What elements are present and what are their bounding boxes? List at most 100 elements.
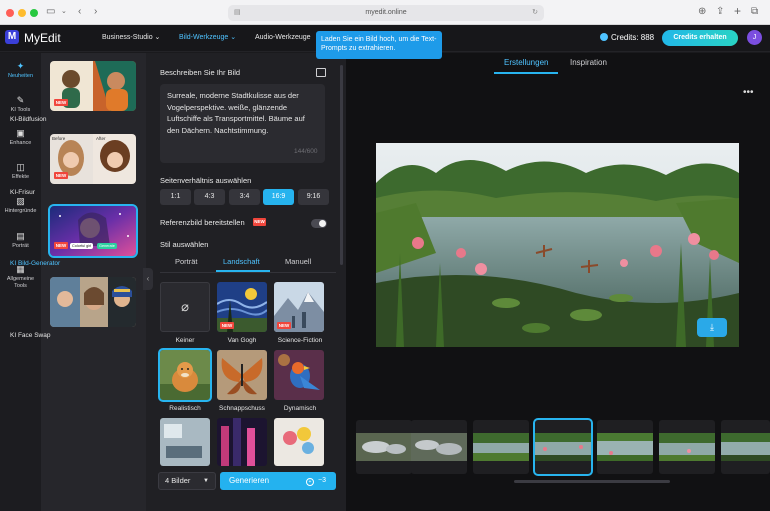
tab-landschaft[interactable]: Landschaft bbox=[223, 257, 260, 267]
ratio-1-1-button[interactable]: 1:1 bbox=[160, 189, 191, 205]
style-card-schnappschuss[interactable] bbox=[217, 350, 267, 400]
rail-item-hintergruende[interactable]: ▨ Hintergründe bbox=[0, 196, 41, 215]
tool-label-bild-generator[interactable]: KI Bild-Generator bbox=[10, 260, 60, 268]
style-caption: Van Gogh bbox=[227, 337, 257, 344]
thumbnail-image bbox=[535, 433, 591, 461]
thumbnail-5[interactable] bbox=[597, 420, 653, 474]
window-minimize-button[interactable] bbox=[18, 9, 26, 17]
tab-inspiration[interactable]: Inspiration bbox=[570, 58, 607, 68]
upload-tooltip: Laden Sie ein Bild hoch, um die Text-Pro… bbox=[316, 31, 442, 59]
thumbnail-2[interactable] bbox=[411, 420, 467, 474]
generated-image[interactable] bbox=[376, 143, 739, 347]
tab-overview-icon[interactable]: ⧉ bbox=[751, 6, 758, 18]
tool-card-face-swap[interactable] bbox=[50, 277, 136, 327]
thumbnail-7[interactable] bbox=[721, 420, 770, 474]
tab-portraet[interactable]: Porträt bbox=[175, 257, 198, 267]
new-badge: NEW bbox=[54, 172, 68, 179]
thumbnail-image bbox=[356, 433, 412, 461]
avatar[interactable]: J bbox=[747, 30, 762, 45]
tool-label-frisur[interactable]: KI-Frisur bbox=[10, 189, 35, 197]
sparkle-icon: ✦ bbox=[16, 61, 25, 71]
image-count-select[interactable]: 4 Bilder ▼ bbox=[158, 472, 216, 490]
rail-label: Effekte bbox=[11, 174, 30, 180]
download-icon[interactable]: ⊕ bbox=[698, 6, 706, 18]
tool-card-bild-generator[interactable]: NEW Colorful girl Generate bbox=[48, 204, 138, 258]
credits-label: Credits: 888 bbox=[611, 33, 655, 42]
rail-item-portraet[interactable]: ▤ Porträt bbox=[0, 231, 41, 250]
reference-toggle[interactable] bbox=[311, 219, 327, 228]
ratio-4-3-button[interactable]: 4:3 bbox=[194, 189, 225, 205]
tool-label-face-swap[interactable]: KI Face Swap bbox=[10, 332, 50, 340]
enhance-icon: ▣ bbox=[16, 128, 25, 138]
prompt-text: Surreale, moderne Stadtkulisse aus der V… bbox=[167, 91, 305, 135]
rail-item-effekte[interactable]: ◫ Effekte bbox=[0, 162, 41, 181]
sidebar-toggle-icon[interactable]: ▭ bbox=[46, 6, 55, 18]
ratio-9-16-button[interactable]: 9:16 bbox=[298, 189, 329, 205]
image-count-value: 4 Bilder bbox=[165, 476, 191, 485]
download-button[interactable]: ⤓ bbox=[697, 318, 727, 337]
style-card-city-night[interactable] bbox=[217, 418, 267, 466]
describe-label: Beschreiben Sie Ihr Bild bbox=[160, 68, 241, 77]
rail-item-neuheiten[interactable]: ✦ Neuheiten bbox=[0, 61, 41, 80]
thumbnail-1[interactable] bbox=[356, 420, 412, 474]
ratio-3-4-button[interactable]: 3:4 bbox=[229, 189, 260, 205]
thumbnail-image bbox=[473, 433, 529, 461]
credits-icon bbox=[600, 33, 608, 41]
style-card-flowers[interactable] bbox=[274, 418, 324, 466]
tab-manuell[interactable]: Manuell bbox=[285, 257, 311, 267]
style-card-science-fiction[interactable]: NEW bbox=[274, 282, 324, 332]
thumbnail-6[interactable] bbox=[659, 420, 715, 474]
app-name[interactable]: MyEdit bbox=[24, 30, 61, 46]
style-caption: Schnappschuss bbox=[219, 405, 265, 412]
forward-arrow-icon[interactable]: › bbox=[94, 6, 97, 18]
rail-item-enhance[interactable]: ▣ Enhance bbox=[0, 128, 41, 147]
style-card-realistisch[interactable] bbox=[158, 348, 212, 402]
thumbnail-scrollbar[interactable] bbox=[514, 480, 670, 483]
ratio-16-9-button[interactable]: 16:9 bbox=[263, 189, 294, 205]
thumbnail-3[interactable] bbox=[473, 420, 529, 474]
dynamisch-thumbnail bbox=[274, 350, 324, 400]
generate-cost: + −3 bbox=[306, 472, 326, 490]
get-credits-button[interactable]: Credits erhalten bbox=[662, 30, 738, 46]
lotus-pond-image bbox=[376, 143, 739, 347]
tool-card-frisur[interactable]: Before After NEW bbox=[50, 134, 136, 184]
address-bar[interactable]: ▤ myedit.online ↻ bbox=[228, 5, 544, 21]
cost-value: −3 bbox=[318, 477, 326, 484]
thumbnail-4-selected[interactable] bbox=[533, 418, 593, 476]
generate-button[interactable]: Generieren + −3 bbox=[220, 472, 336, 490]
settings-scrollbar[interactable] bbox=[340, 65, 343, 265]
style-card-van-gogh[interactable]: NEW bbox=[217, 282, 267, 332]
logo-icon[interactable]: M bbox=[5, 30, 19, 44]
tab-erstellungen[interactable]: Erstellungen bbox=[504, 58, 548, 68]
effects-icon: ◫ bbox=[16, 162, 25, 172]
style-card-interior[interactable] bbox=[160, 418, 210, 466]
rail-label: Neuheiten bbox=[7, 73, 34, 79]
nav-bild-werkzeuge[interactable]: Bild-Werkzeuge ⌄ bbox=[179, 33, 236, 43]
new-tab-icon[interactable]: + bbox=[734, 5, 741, 17]
thumbnail-image bbox=[411, 433, 467, 461]
active-tab-indicator bbox=[216, 270, 270, 272]
nav-audio-werkzeuge[interactable]: Audio-Werkzeuge bbox=[255, 33, 311, 43]
new-badge: NEW bbox=[253, 218, 266, 226]
share-icon[interactable]: ⇪ bbox=[716, 6, 724, 18]
back-arrow-icon[interactable]: ‹ bbox=[78, 6, 81, 18]
tab-menu-chevron-icon[interactable]: ⌄ bbox=[61, 6, 67, 18]
more-options-icon[interactable]: ••• bbox=[743, 88, 754, 98]
window-close-button[interactable] bbox=[6, 9, 14, 17]
rail-item-ki-tools[interactable]: ✎ KI Tools bbox=[0, 95, 41, 114]
new-badge: NEW bbox=[277, 322, 291, 329]
style-card-dynamisch[interactable] bbox=[274, 350, 324, 400]
tool-card-bildfusion[interactable]: NEW bbox=[50, 61, 136, 111]
tool-label-bildfusion[interactable]: KI-Bildfusion bbox=[10, 116, 47, 124]
upload-image-icon[interactable] bbox=[316, 68, 326, 77]
nav-business-studio[interactable]: Business-Studio ⌄ bbox=[102, 33, 160, 43]
prompt-chip: Colorful girl bbox=[70, 243, 94, 249]
reload-icon[interactable]: ↻ bbox=[532, 5, 538, 21]
style-card-keiner[interactable]: ⌀ bbox=[160, 282, 210, 332]
collapse-panel-handle[interactable]: ‹ bbox=[143, 268, 153, 290]
site-icon: ▤ bbox=[234, 9, 241, 16]
schnappschuss-thumbnail bbox=[217, 350, 267, 400]
thumbnail-image bbox=[721, 433, 770, 461]
credit-coin-icon: + bbox=[306, 478, 315, 486]
window-maximize-button[interactable] bbox=[30, 9, 38, 17]
